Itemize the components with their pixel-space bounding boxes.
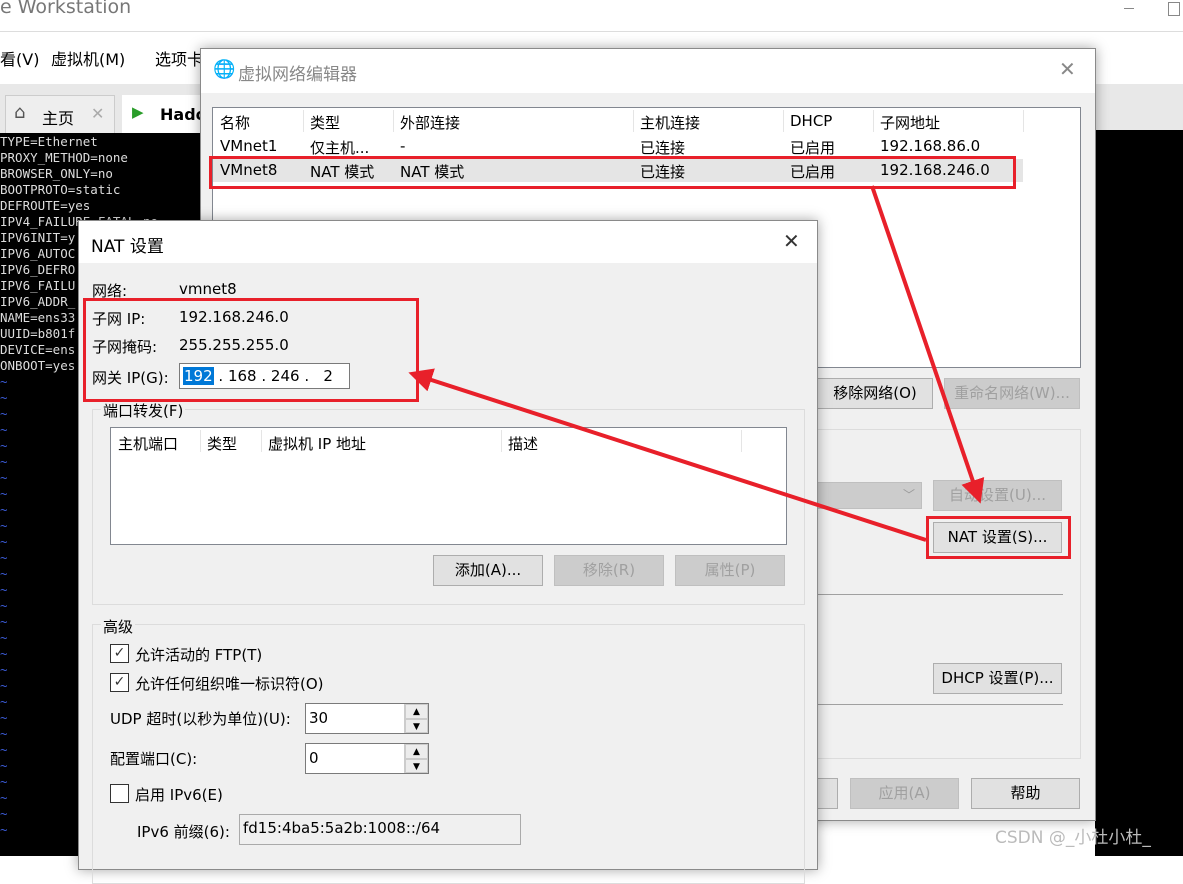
arrow-to-nat-button — [870, 185, 985, 504]
arrow-to-gateway — [408, 368, 927, 542]
annotation-arrows — [408, 185, 985, 542]
watermark: CSDN @_小杜小杜_ — [995, 828, 1151, 848]
